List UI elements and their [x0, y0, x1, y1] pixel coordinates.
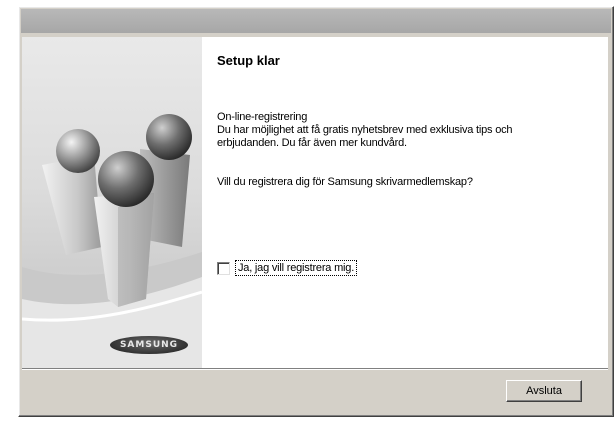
- main-panel: Setup klar On-line-registrering Du har m…: [217, 37, 597, 368]
- page-title: Setup klar: [217, 53, 280, 68]
- button-bar: Avsluta: [22, 369, 608, 414]
- register-checkbox[interactable]: [217, 261, 230, 275]
- registration-description-line1: Du har möjlighet att få gratis nyhetsbre…: [217, 124, 513, 136]
- registration-question: Vill du registrera dig för Samsung skriv…: [217, 176, 473, 188]
- title-bar[interactable]: [21, 9, 611, 33]
- registration-heading-text: On-line-registrering: [217, 111, 308, 123]
- setup-dialog-window: SAMSUNG Setup klar On-line-registrering …: [18, 6, 614, 417]
- dialog-content: SAMSUNG Setup klar On-line-registrering …: [22, 37, 608, 369]
- side-panel-graphic: SAMSUNG: [22, 37, 202, 368]
- exit-button[interactable]: Avsluta: [506, 380, 582, 402]
- registration-description-line2: erbjudanden. Du får även mer kundvård.: [217, 137, 407, 149]
- samsung-logo: SAMSUNG: [110, 336, 188, 354]
- figures-illustration: [22, 114, 202, 368]
- register-checkbox-label[interactable]: Ja, jag vill registrera mig.: [234, 260, 358, 276]
- register-checkbox-row[interactable]: Ja, jag vill registrera mig.: [217, 260, 358, 276]
